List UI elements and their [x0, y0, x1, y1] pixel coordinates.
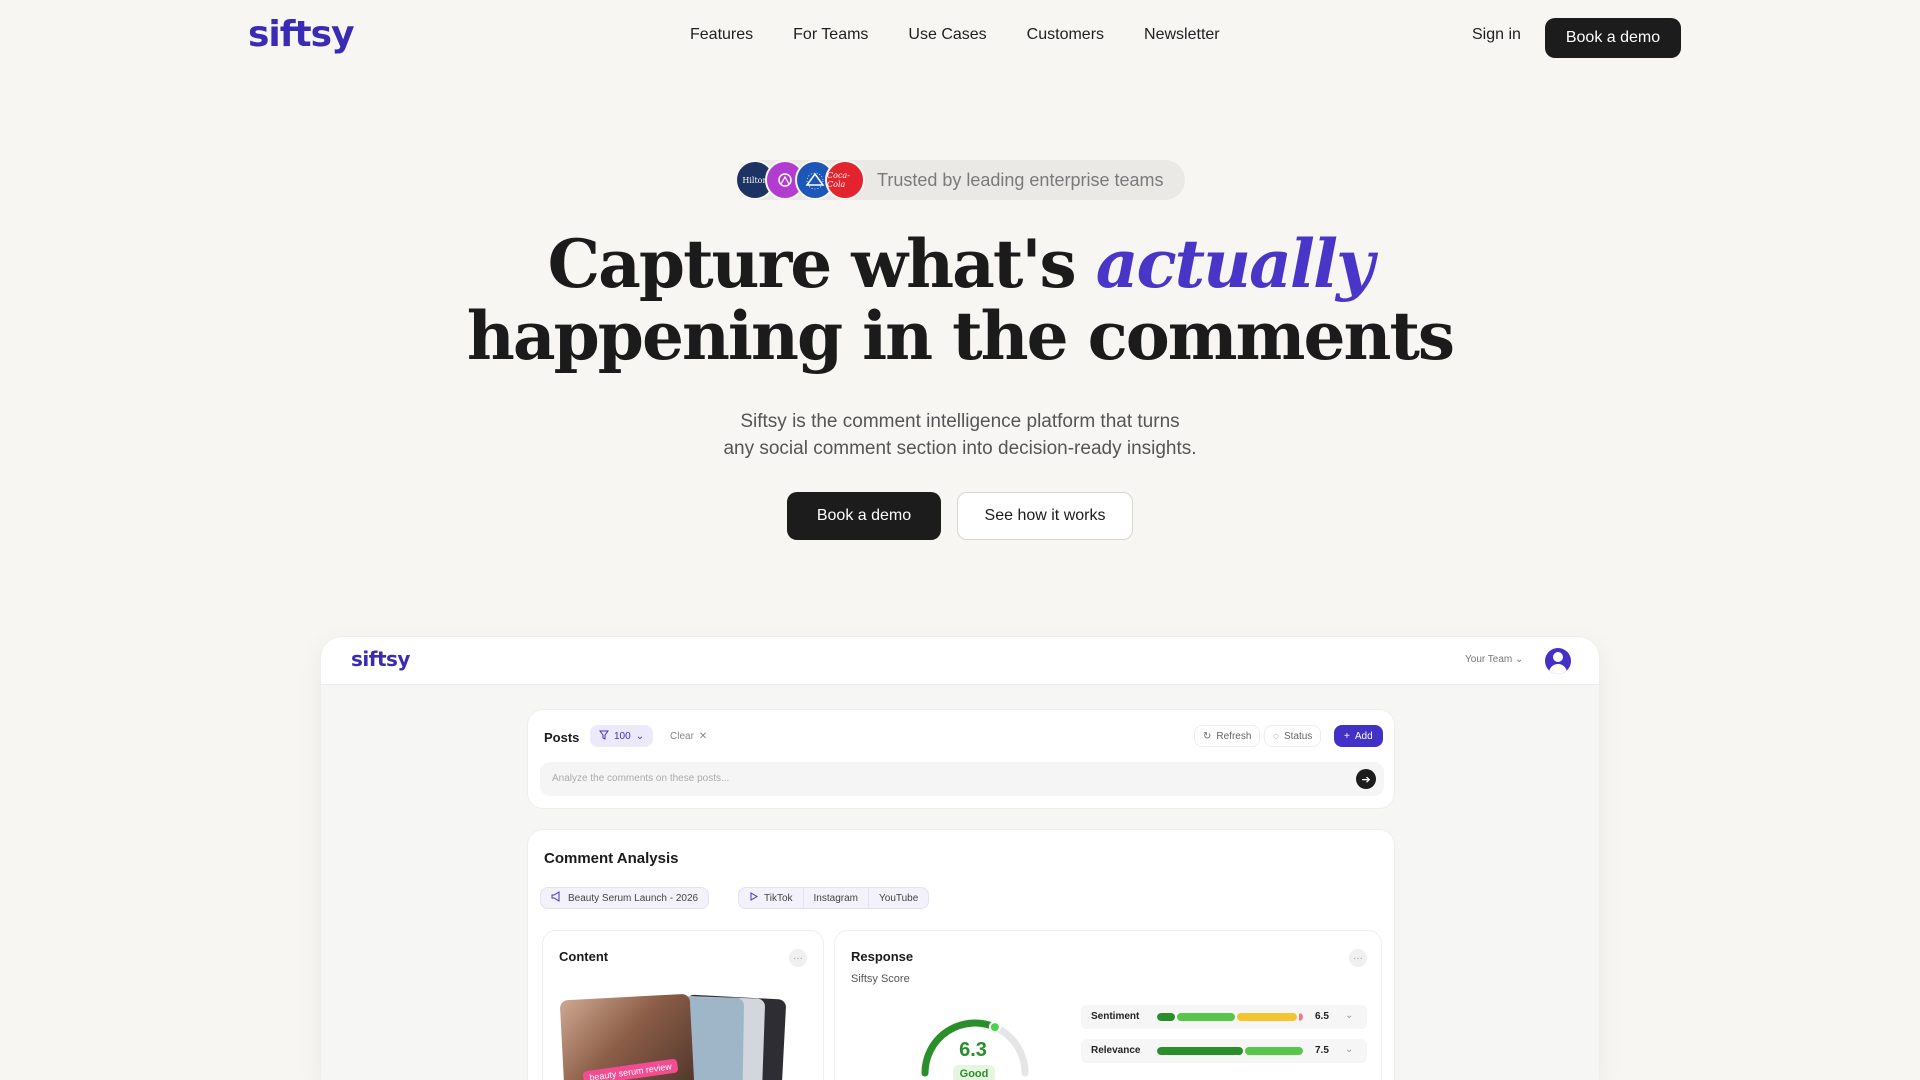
posts-panel: Posts 100 ⌄ Clear ✕ ↻ Refresh ◌ Status +… — [527, 709, 1395, 809]
close-icon: ✕ — [698, 730, 708, 742]
metric-row-relevance[interactable]: Relevance 7.5 ⌄ — [1081, 1039, 1367, 1063]
filter-count: 100 — [614, 730, 631, 742]
add-post-button[interactable]: + Add — [1334, 725, 1383, 747]
megaphone-icon — [551, 891, 562, 905]
posts-title: Posts — [544, 730, 580, 745]
bar-segment — [1237, 1013, 1297, 1021]
content-title: Content — [559, 949, 609, 964]
platform-tag-instagram[interactable]: Instagram — [804, 888, 869, 908]
trusted-badge: Hilton Coca-Cola Trusted by leading ente… — [735, 160, 1185, 200]
app-preview: siftsy Your Team ⌄ Posts 100 ⌄ Clear ✕ ↻… — [320, 636, 1600, 1080]
bar-segment — [1177, 1013, 1235, 1021]
refresh-label: Refresh — [1216, 730, 1252, 742]
sign-in-link[interactable]: Sign in — [1472, 26, 1521, 44]
status-button[interactable]: ◌ Status — [1264, 725, 1322, 747]
analyze-placeholder: Analyze the comments on these posts... — [552, 773, 730, 784]
analyze-input[interactable]: Analyze the comments on these posts... ➔ — [540, 762, 1384, 796]
campaign-tag[interactable]: Beauty Serum Launch - 2026 — [540, 887, 710, 909]
bar-segment — [1299, 1013, 1303, 1021]
gauge-knob — [988, 1021, 1001, 1034]
response-card: Response ··· Siftsy Score 6.3 Good Senti… — [834, 930, 1382, 1080]
plus-icon: + — [1344, 730, 1350, 742]
coca-cola-logo: Coca-Cola — [825, 160, 865, 200]
refresh-icon: ↻ — [1203, 730, 1212, 742]
platform-label: Instagram — [813, 892, 858, 904]
comment-analysis-title: Comment Analysis — [544, 850, 679, 867]
play-icon — [749, 892, 758, 904]
nav-link-features[interactable]: Features — [690, 26, 753, 44]
sentiment-bar — [1157, 1013, 1303, 1021]
more-options-icon[interactable]: ··· — [1349, 949, 1367, 967]
platform-tags: TikTok Instagram YouTube — [738, 887, 930, 909]
trusted-text: Trusted by leading enterprise teams — [877, 169, 1164, 190]
metric-name: Relevance — [1091, 1045, 1141, 1056]
top-nav: siftsy Features For Teams Use Cases Cust… — [0, 0, 1920, 75]
headline-line2: happening in the comments — [466, 297, 1455, 375]
more-options-icon[interactable]: ··· — [789, 949, 807, 967]
metric-row-sentiment[interactable]: Sentiment 6.5 ⌄ — [1081, 1005, 1367, 1029]
platform-tag-tiktok[interactable]: TikTok — [739, 888, 804, 908]
chevron-down-icon: ⌄ — [1515, 654, 1524, 665]
nav-book-demo-button[interactable]: Book a demo — [1545, 18, 1681, 58]
sub-line1: Siftsy is the comment intelligence platf… — [740, 411, 1180, 432]
arrow-right-icon[interactable]: ➔ — [1356, 769, 1376, 789]
platform-label: TikTok — [764, 892, 793, 904]
hero-subheading: Siftsy is the comment intelligence platf… — [0, 408, 1920, 462]
status-label: Status — [1283, 730, 1313, 742]
hero-headline: Capture what's actually happening in the… — [0, 228, 1920, 372]
add-label: Add — [1354, 730, 1373, 742]
app-logo: siftsy — [351, 647, 410, 671]
metric-value: 7.5 — [1315, 1045, 1329, 1056]
campaign-label: Beauty Serum Launch - 2026 — [568, 892, 699, 904]
metric-name: Sentiment — [1091, 1011, 1140, 1022]
headline-part1: Capture what's — [547, 225, 1096, 303]
score-rating-badge: Good — [953, 1065, 995, 1080]
see-how-it-works-button[interactable]: See how it works — [957, 492, 1133, 540]
nav-link-newsletter[interactable]: Newsletter — [1144, 26, 1220, 44]
nav-link-use-cases[interactable]: Use Cases — [908, 26, 986, 44]
team-selector[interactable]: Your Team ⌄ — [1465, 654, 1523, 665]
nav-link-for-teams[interactable]: For Teams — [793, 26, 868, 44]
bar-segment — [1157, 1047, 1243, 1055]
platform-label: YouTube — [879, 892, 919, 904]
filter-icon — [599, 730, 609, 743]
filter-chip[interactable]: 100 ⌄ — [590, 725, 654, 747]
chevron-down-icon: ⌄ — [635, 730, 645, 742]
relevance-bar — [1157, 1047, 1303, 1055]
customer-logos: Hilton Coca-Cola — [735, 160, 865, 200]
chevron-down-icon[interactable]: ⌄ — [1345, 1010, 1353, 1021]
headline-emphasis: actually — [1095, 225, 1375, 303]
chevron-down-icon[interactable]: ⌄ — [1345, 1044, 1353, 1055]
score-value: 6.3 — [959, 1039, 987, 1061]
bar-segment — [1245, 1047, 1303, 1055]
response-title: Response — [851, 949, 914, 964]
content-card: Content ··· beauty serum review — [542, 930, 824, 1080]
bar-segment — [1157, 1013, 1175, 1021]
app-header: siftsy Your Team ⌄ — [321, 637, 1599, 685]
siftsy-score-label: Siftsy Score — [851, 973, 910, 985]
spinner-icon: ◌ — [1273, 730, 1279, 742]
avatar[interactable] — [1545, 648, 1571, 674]
sub-line2: any social comment section into decision… — [723, 438, 1197, 459]
siftsy-logo[interactable]: siftsy — [248, 14, 355, 55]
hero-book-demo-button[interactable]: Book a demo — [787, 492, 941, 540]
comment-analysis-panel: Comment Analysis Beauty Serum Launch - 2… — [527, 829, 1395, 1080]
nav-links: Features For Teams Use Cases Customers N… — [690, 26, 1220, 44]
metric-value: 6.5 — [1315, 1011, 1329, 1022]
clear-label: Clear — [670, 730, 694, 742]
platform-tag-youtube[interactable]: YouTube — [869, 888, 928, 908]
refresh-button[interactable]: ↻ Refresh — [1194, 725, 1261, 747]
nav-link-customers[interactable]: Customers — [1027, 26, 1104, 44]
clear-filter-button[interactable]: Clear ✕ — [662, 725, 715, 747]
team-label: Your Team — [1465, 654, 1513, 665]
content-thumbnails: beauty serum review — [559, 993, 793, 1080]
